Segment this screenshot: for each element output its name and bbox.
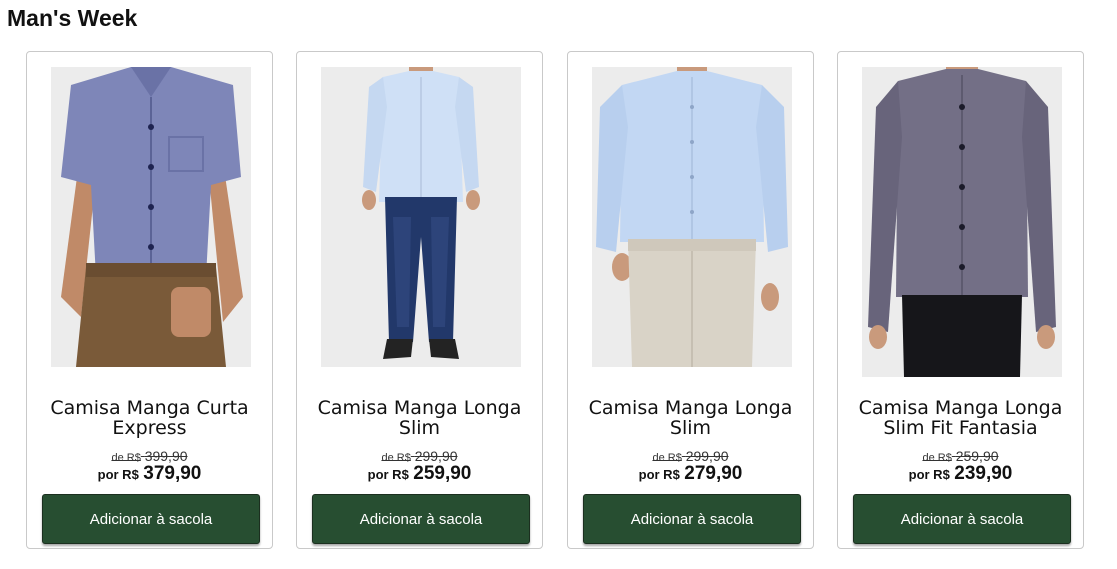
add-to-bag-button[interactable]: Adicionar à sacola	[583, 494, 801, 544]
add-to-bag-button[interactable]: Adicionar à sacola	[42, 494, 260, 544]
add-to-bag-button[interactable]: Adicionar à sacola	[312, 494, 530, 544]
product-name[interactable]: Camisa Manga Longa Slim	[576, 398, 805, 438]
new-price: por R$ 379,90	[97, 463, 202, 484]
add-to-bag-button[interactable]: Adicionar à sacola	[853, 494, 1071, 544]
product-image[interactable]	[862, 67, 1062, 377]
product-card: Camisa Manga Longa Slim de R$ 299,90 por…	[296, 51, 543, 549]
product-card: Camisa Manga Longa Slim de R$ 299,90 por…	[567, 51, 814, 549]
product-name[interactable]: Camisa Manga Curta Express	[35, 398, 264, 438]
section-title: Man's Week	[7, 5, 138, 31]
product-card: Camisa Manga Longa Slim Fit Fantasia de …	[837, 51, 1084, 549]
product-name[interactable]: Camisa Manga Longa Slim	[305, 398, 534, 438]
new-price: por R$ 239,90	[908, 463, 1013, 484]
product-image[interactable]	[592, 67, 792, 367]
new-price: por R$ 259,90	[367, 463, 472, 484]
product-name[interactable]: Camisa Manga Longa Slim Fit Fantasia	[846, 398, 1075, 438]
product-card: Camisa Manga Curta Express de R$ 399,90 …	[26, 51, 273, 549]
product-image[interactable]	[321, 67, 521, 367]
product-image[interactable]	[51, 67, 251, 367]
new-price: por R$ 279,90	[638, 463, 743, 484]
